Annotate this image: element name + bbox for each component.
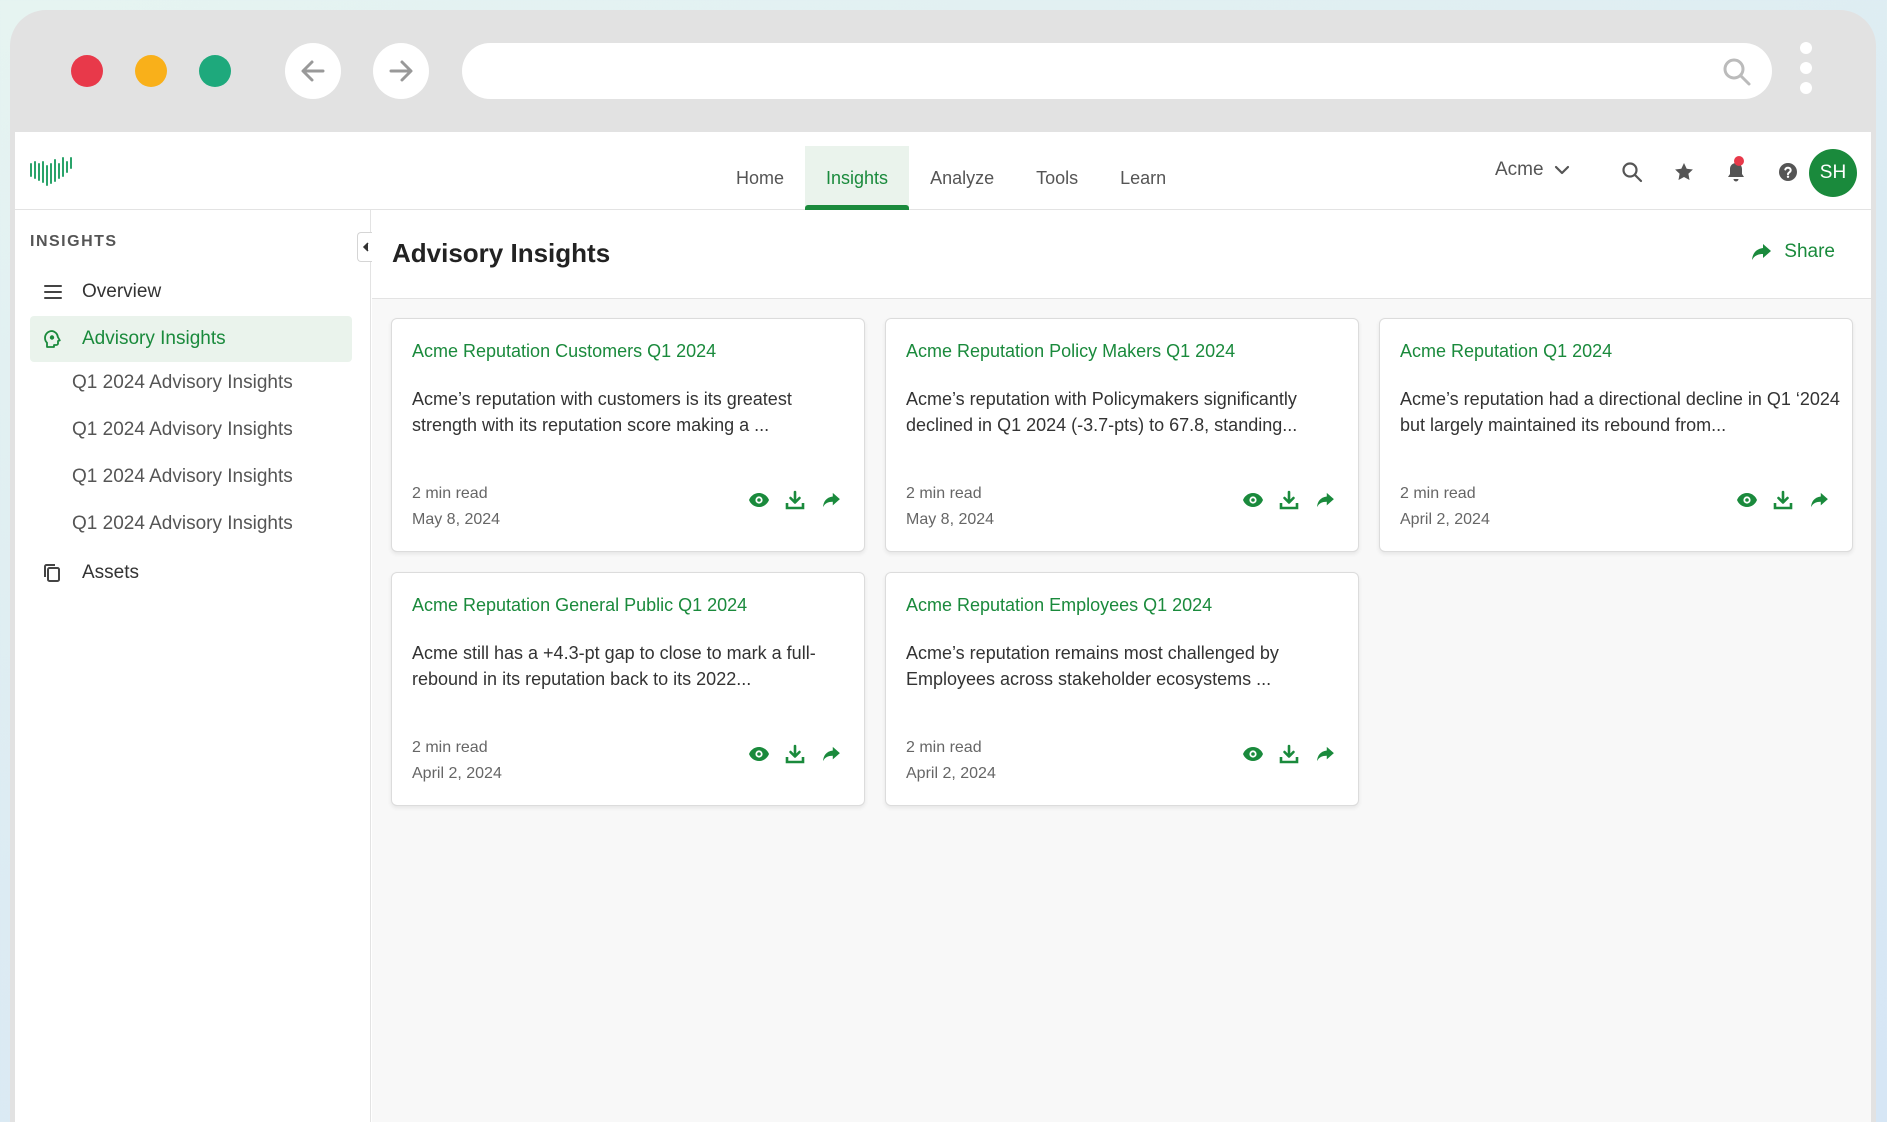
card-date: April 2, 2024 xyxy=(906,765,996,782)
insight-card[interactable]: Acme Reputation General Public Q1 2024 A… xyxy=(391,572,865,806)
card-title[interactable]: Acme Reputation Q1 2024 xyxy=(1400,341,1612,362)
share-icon xyxy=(1752,244,1772,260)
card-title[interactable]: Acme Reputation General Public Q1 2024 xyxy=(412,595,747,616)
share-icon[interactable] xyxy=(820,489,842,511)
sidebar-subitem-q1-2024-3[interactable]: Q1 2024 Advisory Insights xyxy=(72,466,293,488)
share-icon[interactable] xyxy=(820,743,842,765)
share-icon[interactable] xyxy=(1314,489,1336,511)
eye-icon[interactable] xyxy=(1242,489,1264,511)
head-bulb-icon xyxy=(43,329,67,349)
sidebar-item-assets[interactable]: Assets xyxy=(30,550,352,596)
tab-insights[interactable]: Insights xyxy=(805,146,910,210)
card-summary: Acme still has a +4.3-pt gap to close to… xyxy=(412,643,816,689)
sidebar-item-advisory-insights[interactable]: Advisory Insights xyxy=(30,316,352,362)
card-actions xyxy=(748,489,842,511)
insight-card[interactable]: Acme Reputation Policy Makers Q1 2024 Ac… xyxy=(885,318,1359,552)
download-icon[interactable] xyxy=(784,743,806,765)
card-date: May 8, 2024 xyxy=(906,511,995,528)
card-date: April 2, 2024 xyxy=(412,765,502,782)
card-read-time: 2 min read xyxy=(906,485,982,502)
card-read-time: 2 min read xyxy=(412,485,488,502)
page-title: Advisory Insights xyxy=(392,238,611,268)
forward-arrow-icon xyxy=(389,60,413,82)
download-icon[interactable] xyxy=(1278,743,1300,765)
help-icon[interactable] xyxy=(1777,161,1799,183)
share-button[interactable]: Share xyxy=(1750,241,1835,263)
org-selector[interactable]: Acme xyxy=(1495,159,1570,181)
kebab-menu-icon[interactable] xyxy=(1800,42,1814,104)
card-title[interactable]: Acme Reputation Policy Makers Q1 2024 xyxy=(906,341,1235,362)
eye-icon[interactable] xyxy=(748,489,770,511)
card-summary: Acme’s reputation with customers is its … xyxy=(412,389,792,435)
collapse-sidebar-button[interactable] xyxy=(357,232,373,262)
card-actions xyxy=(1242,489,1336,511)
card-read-time: 2 min read xyxy=(412,739,488,756)
search-icon[interactable] xyxy=(1722,57,1752,87)
main-nav: Home Insights Analyze Tools Learn xyxy=(715,146,1187,210)
insight-card[interactable]: Acme Reputation Employees Q1 2024 Acme’s… xyxy=(885,572,1359,806)
sidebar-title: INSIGHTS xyxy=(30,233,118,250)
org-name: Acme xyxy=(1495,159,1544,180)
card-read-time: 2 min read xyxy=(906,739,982,756)
card-title[interactable]: Acme Reputation Employees Q1 2024 xyxy=(906,595,1212,616)
card-summary: Acme’s reputation with Policymakers sign… xyxy=(906,389,1298,435)
sidebar: INSIGHTS Overview Advisory Insights Q1 2… xyxy=(15,210,373,1122)
card-date: April 2, 2024 xyxy=(1400,511,1490,528)
eye-icon[interactable] xyxy=(748,743,770,765)
share-icon[interactable] xyxy=(1314,743,1336,765)
search-icon[interactable] xyxy=(1621,161,1643,183)
copy-icon xyxy=(43,563,67,583)
tab-learn[interactable]: Learn xyxy=(1099,146,1187,210)
main-content: Advisory Insights Share Acme Reputation … xyxy=(372,210,1871,1122)
download-icon[interactable] xyxy=(1772,489,1794,511)
tab-analyze[interactable]: Analyze xyxy=(909,146,1015,210)
address-input[interactable] xyxy=(462,43,1772,99)
chevron-down-icon xyxy=(1554,165,1569,175)
star-icon[interactable] xyxy=(1673,161,1695,183)
sidebar-item-label: Assets xyxy=(82,562,140,583)
chevron-left-icon xyxy=(362,242,369,252)
sidebar-item-overview[interactable]: Overview xyxy=(30,269,352,315)
download-icon[interactable] xyxy=(784,489,806,511)
address-bar[interactable] xyxy=(462,43,1772,99)
card-actions xyxy=(1736,489,1830,511)
sidebar-subitem-q1-2024-1[interactable]: Q1 2024 Advisory Insights xyxy=(72,372,293,394)
eye-icon[interactable] xyxy=(1736,489,1758,511)
tab-tools[interactable]: Tools xyxy=(1015,146,1099,210)
close-window-button[interactable] xyxy=(71,55,103,87)
download-icon[interactable] xyxy=(1278,489,1300,511)
card-read-time: 2 min read xyxy=(1400,485,1476,502)
share-icon[interactable] xyxy=(1808,489,1830,511)
card-title[interactable]: Acme Reputation Customers Q1 2024 xyxy=(412,341,716,362)
insight-card[interactable]: Acme Reputation Customers Q1 2024 Acme’s… xyxy=(391,318,865,552)
back-arrow-icon xyxy=(301,60,325,82)
content-header: Advisory Insights Share xyxy=(372,210,1871,299)
app-window: Home Insights Analyze Tools Learn Acme S… xyxy=(15,132,1871,1122)
card-date: May 8, 2024 xyxy=(412,511,501,528)
tab-home[interactable]: Home xyxy=(715,146,805,210)
browser-chrome xyxy=(10,10,1876,132)
card-summary: Acme’s reputation remains most challenge… xyxy=(906,643,1279,689)
avatar[interactable]: SH xyxy=(1809,149,1857,197)
maximize-window-button[interactable] xyxy=(199,55,231,87)
insight-card[interactable]: Acme Reputation Q1 2024 Acme’s reputatio… xyxy=(1379,318,1853,552)
list-icon xyxy=(43,284,67,300)
logo xyxy=(30,157,72,186)
sidebar-item-label: Advisory Insights xyxy=(82,328,226,349)
sidebar-subitem-q1-2024-2[interactable]: Q1 2024 Advisory Insights xyxy=(72,419,293,441)
sidebar-subitem-q1-2024-4[interactable]: Q1 2024 Advisory Insights xyxy=(72,513,293,535)
share-label: Share xyxy=(1784,241,1835,262)
sidebar-item-label: Overview xyxy=(82,281,162,302)
card-actions xyxy=(748,743,842,765)
card-summary: Acme’s reputation had a directional decl… xyxy=(1400,389,1840,435)
eye-icon[interactable] xyxy=(1242,743,1264,765)
minimize-window-button[interactable] xyxy=(135,55,167,87)
card-actions xyxy=(1242,743,1336,765)
notification-badge xyxy=(1734,156,1744,166)
back-button[interactable] xyxy=(285,43,341,99)
forward-button[interactable] xyxy=(373,43,429,99)
browser-window: Home Insights Analyze Tools Learn Acme S… xyxy=(10,10,1876,1122)
app-header: Home Insights Analyze Tools Learn Acme S… xyxy=(15,132,1871,210)
